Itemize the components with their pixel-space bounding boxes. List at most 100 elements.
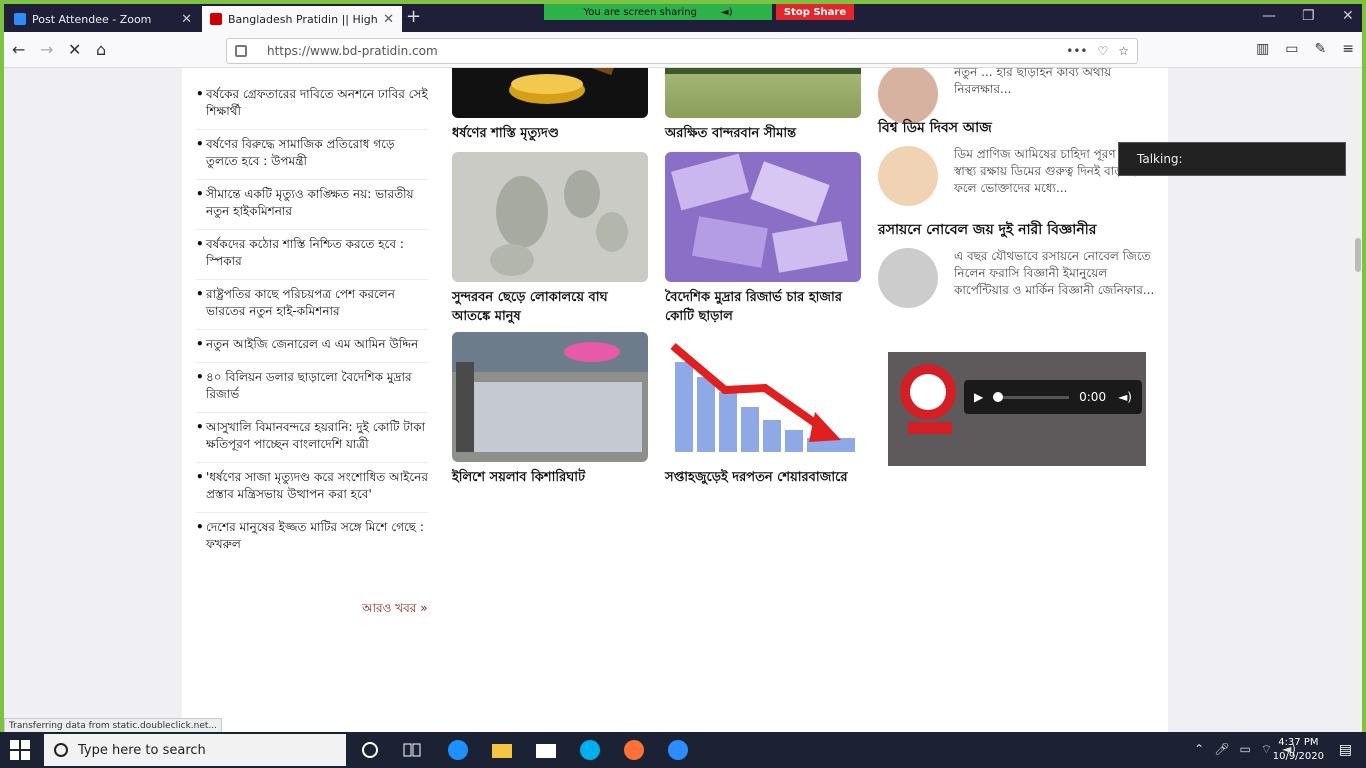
task-view-icon[interactable] — [400, 738, 424, 762]
clock-date: 10/9/2020 — [1272, 751, 1324, 762]
scrollbar[interactable] — [1354, 68, 1362, 732]
lock-icon — [235, 45, 247, 57]
play-icon[interactable]: ▶ — [974, 390, 983, 404]
volume-icon[interactable]: ◄) — [1118, 390, 1132, 404]
stop-share-button[interactable]: Stop Share — [776, 4, 854, 20]
bookmark-star-icon[interactable]: ☆ — [1118, 44, 1129, 58]
windows-start-icon[interactable] — [10, 740, 30, 760]
home-icon[interactable]: ⌂ — [96, 40, 106, 59]
new-tab-button[interactable]: + — [406, 6, 421, 27]
news-card[interactable]: সুন্দরবন ছেড়ে লোকালয়ে বাঘ আতঙ্কে মানুষ — [452, 152, 648, 326]
side-news-item[interactable]: বিশ্ব ডিম দিবস আজ ডিম প্রাণিজ আমিষের চাহ… — [878, 116, 1158, 206]
speaker-icon[interactable]: ◄) — [721, 7, 733, 18]
search-icon — [54, 743, 68, 757]
menu-icon[interactable]: ≡ — [1342, 41, 1354, 57]
clock-time: 4:37 PM — [1278, 737, 1319, 748]
mail-icon[interactable] — [534, 738, 558, 762]
share-toolbar: You are screen sharing ◄) Stop Share — [544, 4, 854, 20]
extensions-icon[interactable]: ✎ — [1315, 41, 1327, 57]
news-card[interactable]: ধর্ষণের শাস্তি মৃত্যুদণ্ড — [452, 68, 648, 143]
currency-image — [665, 152, 861, 282]
tab-title: Bangladesh Pratidin || Highest — [228, 12, 378, 26]
card-caption: সুন্দরবন ছেড়ে লোকালয়ে বাঘ আতঙ্কে মানুষ — [452, 290, 608, 324]
news-list: • বর্ষকের গ্রেফতারের দাবিতে অনশনে ঢাবির স… — [196, 80, 428, 562]
share-status: You are screen sharing ◄) — [544, 4, 772, 20]
chevron-up-icon[interactable]: ⌃ — [1194, 742, 1204, 757]
skype-icon[interactable] — [578, 738, 602, 762]
microphone-icon[interactable]: 🎤︎ — [1214, 742, 1229, 757]
more-news-link[interactable]: আরও খবর » — [362, 600, 428, 620]
card-caption: ইলিশে সয়লাব কিশারিঘাট — [452, 470, 586, 485]
pocket-icon[interactable]: ♡ — [1097, 44, 1108, 58]
nav-bar: ← → ✕ ⌂ https://www.bd-pratidin.com ••• … — [4, 32, 1362, 68]
side-news-text: এ বছর যৌথভাবে রসায়নে নোবেল জিতে নিলেন ফ… — [954, 249, 1155, 297]
network-icon[interactable]: ⌔ — [1261, 742, 1272, 757]
address-bar[interactable]: https://www.bd-pratidin.com ••• ♡ ☆ — [226, 38, 1138, 64]
card-caption: সপ্তাহজুড়েই দরপতন শেয়ারবাজারে — [665, 470, 848, 485]
list-item[interactable]: • বর্ষকদের কঠোর শাস্তি নিশ্চিত করতে হবে :… — [196, 230, 428, 280]
side-news-item[interactable]: রসায়নে নোবেল জয় দুই নারী বিজ্ঞানীর এ ব… — [878, 218, 1158, 308]
tab-bar: Post Attendee - Zoom ✕ Bangladesh Pratid… — [4, 4, 1362, 32]
tiger-pugmark-image — [452, 152, 648, 282]
file-explorer-icon[interactable] — [490, 738, 514, 762]
nobel-laureates-image — [878, 248, 938, 308]
card-caption: বৈদেশিক মুদ্রার রিজার্ভ চার হাজার কোটি ছ… — [665, 290, 842, 324]
list-item[interactable]: • 'ধর্ষণের সাজা মৃত্যুদণ্ড করে সংশোধিত আই… — [196, 463, 428, 513]
list-item[interactable]: • ৪০ বিলিয়ন ডলার ছাড়ালো বৈদেশিক মুদ্রার… — [196, 363, 428, 413]
tab-zoom[interactable]: Post Attendee - Zoom ✕ — [6, 6, 200, 32]
news-card[interactable]: অরক্ষিত বান্দরবান সীমান্ত — [665, 68, 861, 143]
list-item[interactable]: • সীমান্তে একটি মৃত্যুও কাঙ্ক্ষিত নয়: ভা… — [196, 180, 428, 230]
back-icon[interactable]: ← — [12, 40, 25, 59]
border-image — [665, 68, 861, 118]
search-placeholder: Type here to search — [78, 742, 206, 758]
list-item[interactable]: • নতুন আইজি জেনারেল এ এম আমিন উদ্দিন — [196, 330, 428, 363]
radio-logo — [898, 360, 960, 440]
card-caption: অরক্ষিত বান্দরবান সীমান্ত — [665, 126, 797, 141]
tab-bd-pratidin[interactable]: Bangladesh Pratidin || Highest ✕ — [202, 6, 402, 32]
taskbar-search[interactable]: Type here to search — [44, 734, 346, 766]
list-item[interactable]: • আসুখালি বিমানবন্দরে হয়রানি: দুই কোটি ট… — [196, 413, 428, 463]
radio-widget: ▶ 0:00 ◄) — [888, 352, 1146, 466]
list-item[interactable]: • বর্ষণের বিরুদ্ধে সামাজিক প্রতিরোধ গড়ে … — [196, 130, 428, 180]
site-favicon-icon — [210, 13, 222, 25]
zoom-taskbar-icon[interactable] — [666, 738, 690, 762]
zoom-icon — [14, 13, 26, 25]
scroll-thumb[interactable] — [1355, 238, 1361, 272]
page-content: • বর্ষকের গ্রেফতারের দাবিতে অনশনে ঢাবির স… — [182, 68, 1168, 732]
share-status-text: You are screen sharing — [583, 6, 697, 18]
firefox-icon[interactable] — [622, 738, 646, 762]
news-card[interactable]: সপ্তাহজুড়েই দরপতন শেয়ারবাজারে — [665, 332, 861, 487]
talking-indicator: Talking: — [1118, 142, 1346, 176]
taskbar: Type here to search ⌃ 🎤︎ ▭ ⌔ ◄) 4:37 PM … — [0, 732, 1366, 768]
card-caption: ধর্ষণের শাস্তি মৃত্যুদণ্ড — [452, 126, 559, 141]
restore-icon[interactable]: ❐ — [1302, 8, 1315, 24]
side-news-title: বিশ্ব ডিম দিবস আজ — [878, 120, 992, 136]
stop-loading-icon[interactable]: ✕ — [68, 40, 81, 59]
news-card[interactable]: বৈদেশিক মুদ্রার রিজার্ভ চার হাজার কোটি ছ… — [665, 152, 861, 326]
list-item[interactable]: • দেশের মানুষের ইজ্জত মাটির সঙ্গে মিশে গে… — [196, 513, 428, 562]
more-actions-icon[interactable]: ••• — [1066, 44, 1087, 58]
close-icon[interactable]: ✕ — [181, 12, 192, 27]
minimize-icon[interactable]: — — [1262, 8, 1276, 24]
list-item[interactable]: • রাষ্ট্রপতির কাছে পরিচয়পত্র পেশ করলেন ভ… — [196, 280, 428, 330]
audio-player: ▶ 0:00 ◄) — [964, 380, 1142, 414]
seek-slider[interactable] — [993, 391, 1070, 402]
eggs-image — [878, 146, 938, 206]
notifications-icon[interactable]: ▤ — [1339, 742, 1352, 758]
news-card[interactable]: ইলিশে সয়লাব কিশারিঘাট — [452, 332, 648, 487]
sidebar-icon[interactable]: ▭ — [1285, 41, 1298, 57]
close-icon[interactable]: ✕ — [383, 12, 394, 27]
time-display: 0:00 — [1079, 390, 1107, 404]
clock[interactable]: 4:37 PM 10/9/2020 — [1273, 736, 1324, 764]
battery-icon[interactable]: ▭ — [1239, 742, 1250, 757]
list-item[interactable]: • বর্ষকের গ্রেফতারের দাবিতে অনশনে ঢাবির স… — [196, 80, 428, 130]
side-news-title: রসায়নে নোবেল জয় দুই নারী বিজ্ঞানীর — [878, 222, 1097, 238]
stock-fall-image — [665, 332, 861, 462]
screen: Post Attendee - Zoom ✕ Bangladesh Pratid… — [0, 0, 1366, 768]
edge-icon[interactable] — [446, 738, 470, 762]
close-window-icon[interactable]: ✕ — [1342, 8, 1354, 24]
cortana-icon[interactable] — [358, 738, 382, 762]
library-icon[interactable]: ▥ — [1256, 41, 1269, 57]
forward-icon[interactable]: → — [40, 40, 53, 59]
gavel-image — [452, 68, 648, 118]
